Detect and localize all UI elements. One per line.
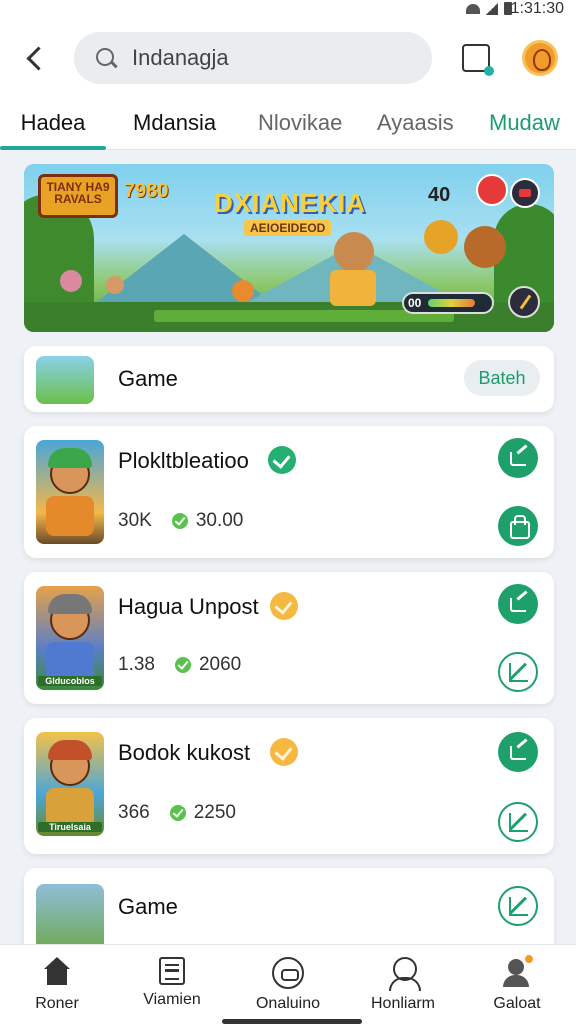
stat-players: 366: [118, 802, 150, 823]
verified-badge-icon: [270, 738, 298, 766]
tab-hadea[interactable]: Hadea: [0, 110, 106, 136]
status-icons: [466, 2, 512, 15]
banner-score: 7980: [124, 180, 169, 202]
game-card[interactable]: Tiruelsaia Bodok kukost 366 2250: [24, 718, 554, 854]
game-stats: 366 2250: [118, 802, 236, 824]
game-card[interactable]: Glducoblos Hagua Unpost 1.38 2060: [24, 572, 554, 704]
search-bar[interactable]: [74, 32, 432, 84]
notification-dot: [523, 953, 535, 965]
nav-label: Roner: [35, 995, 79, 1012]
nav-label: Viamien: [143, 991, 201, 1008]
game-thumbnail: [36, 440, 104, 544]
expand-button[interactable]: [498, 802, 538, 842]
search-icon: [94, 46, 118, 70]
cast-button[interactable]: [462, 44, 494, 76]
people-icon: [387, 957, 421, 991]
verified-check-icon: [268, 446, 296, 474]
stat-players: 30K: [118, 510, 152, 531]
nav-item-games[interactable]: Onaluino: [233, 957, 343, 1013]
monster-character: [424, 220, 458, 254]
back-button[interactable]: [18, 38, 54, 78]
status-bar: 1:31:30: [0, 0, 576, 18]
profile-icon: [501, 953, 535, 989]
tab-mdansia[interactable]: Mdansia: [133, 110, 216, 136]
featured-action-button[interactable]: Bateh: [464, 360, 540, 396]
verified-badge-icon: [270, 592, 298, 620]
banner-counter: 40: [428, 184, 451, 206]
banner-subtitle: AEIOEIDEOD: [244, 220, 332, 236]
game-card[interactable]: Plokltbleatioo 30K 30.00: [24, 426, 554, 558]
tab-nlovikae[interactable]: Nlovikae: [258, 110, 342, 136]
featured-banner[interactable]: TIANY HA9 RAVALS 7980 DXIANEKIA AEIOEIDE…: [24, 164, 554, 332]
stat-score: 2060: [198, 654, 242, 675]
power-icon[interactable]: [508, 286, 540, 318]
banner-game-logo: TIANY HA9 RAVALS: [38, 174, 118, 218]
bag-icon[interactable]: [510, 178, 540, 208]
banner-progress-bar: 00: [402, 292, 494, 314]
edit-button[interactable]: [498, 732, 538, 772]
tab-bar: Hadea Mdansia Nlovikae Ayaasis Mudaw: [0, 100, 576, 150]
pet-character: [106, 276, 124, 294]
expand-button[interactable]: [498, 886, 538, 926]
monster-character: [464, 226, 506, 268]
character-hair: [48, 740, 92, 760]
expand-button[interactable]: [498, 652, 538, 692]
pet-character: [60, 270, 82, 292]
tab-indicator: [0, 146, 106, 150]
stat-players: 1.38: [118, 654, 155, 675]
nav-label: Honliarm: [370, 995, 435, 1012]
character-helmet: [48, 594, 92, 614]
featured-game-card[interactable]: Game Bateh: [24, 346, 554, 412]
banner-progress-label: 00: [408, 296, 422, 310]
tab-mudaw[interactable]: Mudaw: [489, 110, 560, 136]
tab-ayaasis[interactable]: Ayaasis: [377, 110, 454, 136]
list-icon: [159, 957, 185, 985]
character-body: [46, 496, 94, 536]
game-thumbnail: [36, 356, 94, 404]
featured-game-title: Game: [118, 366, 178, 391]
game-thumbnail: Tiruelsaia: [36, 732, 104, 836]
nav-label: Galoat: [493, 995, 541, 1012]
nav-item-list[interactable]: Viamien: [117, 957, 227, 1009]
heart-character-icon: [476, 174, 508, 206]
wifi-icon: [466, 3, 480, 14]
app-header: [0, 18, 576, 100]
game-stats: 1.38 2060: [118, 654, 241, 676]
avatar[interactable]: [522, 40, 558, 76]
check-icon: [174, 657, 191, 673]
stat-score: 30.00: [195, 510, 244, 531]
nav-item-community[interactable]: Honliarm: [348, 957, 458, 1013]
thumbnail-label: Glducoblos: [38, 676, 102, 686]
nav-item-home[interactable]: Roner: [2, 957, 112, 1013]
banner-title: DXIANEKIA: [214, 188, 367, 218]
home-indicator: [222, 1019, 362, 1024]
check-icon: [171, 513, 188, 529]
game-thumbnail: Glducoblos: [36, 586, 104, 690]
shop-button[interactable]: [498, 506, 538, 546]
banner-progress-fill: [428, 299, 475, 307]
character-hat: [48, 448, 92, 468]
controller-icon: [272, 957, 304, 989]
edit-button[interactable]: [498, 438, 538, 478]
game-title: Bodok kukost: [118, 740, 251, 765]
game-stats: 30K 30.00: [118, 510, 243, 532]
hero-character: [334, 232, 374, 272]
game-title: Game: [118, 894, 178, 919]
nav-item-profile[interactable]: Galoat: [462, 953, 572, 1013]
pet-character: [232, 280, 254, 302]
hero-character-body: [330, 270, 376, 306]
thumbnail-label: Tiruelsaia: [38, 822, 102, 832]
home-icon: [41, 957, 73, 989]
signal-icon: [486, 2, 498, 15]
leaf-icon: [169, 805, 186, 821]
search-input[interactable]: [132, 45, 412, 71]
status-time: 1:31:30: [510, 0, 564, 17]
nav-label: Onaluino: [255, 995, 321, 1012]
stat-score: 2250: [193, 802, 236, 823]
bottom-navigation: Roner Viamien Onaluino Honliarm Galoat: [0, 944, 576, 1024]
game-title: Hagua Unpost: [118, 594, 259, 619]
game-title: Plokltbleatioo: [118, 448, 249, 473]
edit-button[interactable]: [498, 584, 538, 624]
